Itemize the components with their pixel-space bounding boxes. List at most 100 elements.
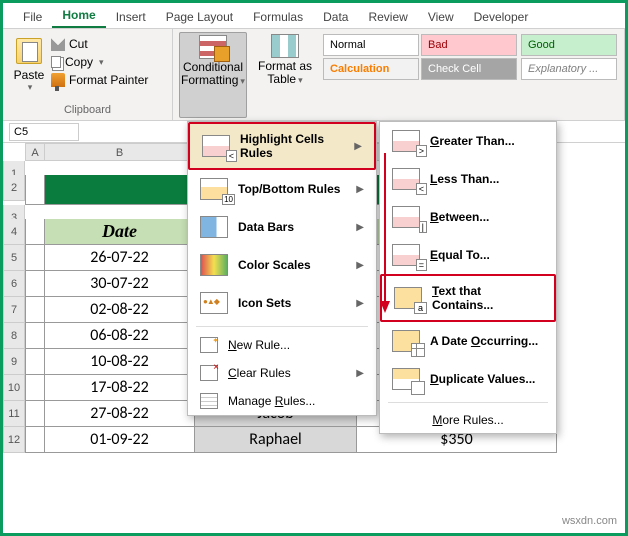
- menu-label: Color Scales: [238, 258, 311, 272]
- group-styles: Conditional Formatting▾ Format as Table▾…: [173, 29, 625, 120]
- row-7[interactable]: 7: [3, 297, 25, 323]
- tab-file[interactable]: File: [13, 6, 52, 28]
- style-explanatory[interactable]: Explanatory ...: [521, 58, 617, 80]
- row-2[interactable]: 2: [3, 175, 25, 201]
- menu-data-bars[interactable]: Data Bars ▶: [188, 208, 376, 246]
- paste-button[interactable]: Paste ▾: [9, 32, 49, 104]
- cf-label: Conditional Formatting: [181, 60, 243, 87]
- cell-A8[interactable]: [25, 323, 45, 349]
- highlight-rules-icon: [202, 135, 230, 157]
- cell-B12[interactable]: 01-09-22: [45, 427, 195, 453]
- submenu-less-than[interactable]: Less Than...: [380, 160, 556, 198]
- chevron-down-icon: ▾: [11, 82, 49, 93]
- style-normal[interactable]: Normal: [323, 34, 419, 56]
- menu-highlight-cells-rules[interactable]: Highlight Cells Rules ▶: [188, 122, 376, 170]
- chevron-right-icon: ▶: [354, 141, 362, 152]
- cell-styles-gallery-2[interactable]: Good Explanatory ...: [521, 32, 617, 118]
- cell-A10[interactable]: [25, 375, 45, 401]
- cell-C12[interactable]: Raphael: [195, 427, 357, 453]
- tab-review[interactable]: Review: [358, 6, 417, 28]
- tab-page-layout[interactable]: Page Layout: [156, 6, 243, 28]
- style-calculation[interactable]: Calculation: [323, 58, 419, 80]
- menu-new-rule[interactable]: New Rule...: [188, 331, 376, 359]
- style-check-cell[interactable]: Check Cell: [421, 58, 517, 80]
- cell-B10[interactable]: 17-08-22: [45, 375, 195, 401]
- cell-A4[interactable]: [25, 219, 45, 245]
- cell-A11[interactable]: [25, 401, 45, 427]
- col-B[interactable]: B: [45, 143, 195, 161]
- col-A[interactable]: A: [25, 143, 45, 161]
- cell-A6[interactable]: [25, 271, 45, 297]
- color-scales-icon: [200, 254, 228, 276]
- submenu-greater-than[interactable]: Greater Than...: [380, 122, 556, 160]
- format-painter-label: Format Painter: [69, 73, 148, 87]
- format-as-table-icon: [271, 34, 299, 58]
- submenu-date-occurring[interactable]: A Date Occurring...: [380, 322, 556, 360]
- submenu-between[interactable]: Between...: [380, 198, 556, 236]
- row-11[interactable]: 11: [3, 401, 25, 427]
- copy-icon: [51, 56, 61, 68]
- conditional-formatting-menu: Highlight Cells Rules ▶ Top/Bottom Rules…: [187, 121, 377, 416]
- row-5[interactable]: 5: [3, 245, 25, 271]
- equal-to-icon: [392, 244, 420, 266]
- submenu-more-rules[interactable]: More Rules...: [380, 407, 556, 433]
- menu-icon-sets[interactable]: Icon Sets ▶: [188, 284, 376, 322]
- clear-rules-icon: [200, 365, 218, 381]
- cell-B6[interactable]: 30-07-22: [45, 271, 195, 297]
- menu-label: lear Rules: [237, 366, 291, 380]
- cell-B5[interactable]: 26-07-22: [45, 245, 195, 271]
- ribbon-tabs: File Home Insert Page Layout Formulas Da…: [3, 3, 625, 29]
- conditional-formatting-icon: [199, 35, 227, 59]
- chevron-right-icon: ▶: [356, 260, 364, 271]
- menu-clear-rules[interactable]: Clear Rules▶: [188, 359, 376, 387]
- menu-manage-rules[interactable]: Manage Rules...: [188, 387, 376, 415]
- copy-label: Copy: [65, 55, 93, 69]
- tab-view[interactable]: View: [418, 6, 464, 28]
- cut-button[interactable]: Cut: [49, 36, 150, 52]
- style-good[interactable]: Good: [521, 34, 617, 56]
- cell-B8[interactable]: 06-08-22: [45, 323, 195, 349]
- style-bad[interactable]: Bad: [421, 34, 517, 56]
- cell-A2[interactable]: [25, 175, 45, 205]
- chevron-right-icon: ▶: [356, 184, 364, 195]
- menu-label: Icon Sets: [238, 296, 291, 310]
- cell-B9[interactable]: 10-08-22: [45, 349, 195, 375]
- tab-insert[interactable]: Insert: [106, 6, 156, 28]
- tab-home[interactable]: Home: [52, 4, 105, 28]
- row-6[interactable]: 6: [3, 271, 25, 297]
- row-8[interactable]: 8: [3, 323, 25, 349]
- cell-A12[interactable]: [25, 427, 45, 453]
- row-10[interactable]: 10: [3, 375, 25, 401]
- watermark: wsxdn.com: [562, 515, 617, 527]
- cell-A7[interactable]: [25, 297, 45, 323]
- row-9[interactable]: 9: [3, 349, 25, 375]
- separator: [388, 402, 548, 403]
- conditional-formatting-button[interactable]: Conditional Formatting▾: [179, 32, 247, 118]
- header-date[interactable]: Date: [45, 219, 195, 245]
- group-clipboard: Paste ▾ Cut Copy▾ Format Painter Clipboa…: [3, 29, 173, 120]
- brush-icon: [51, 73, 65, 87]
- manage-rules-icon: [200, 393, 218, 409]
- format-as-table-button[interactable]: Format as Table▾: [251, 32, 319, 118]
- cell-B7[interactable]: 02-08-22: [45, 297, 195, 323]
- cell-A9[interactable]: [25, 349, 45, 375]
- cell-B11[interactable]: 27-08-22: [45, 401, 195, 427]
- scissors-icon: [51, 37, 65, 51]
- name-box[interactable]: [9, 123, 79, 141]
- menu-top-bottom-rules[interactable]: Top/Bottom Rules ▶: [188, 170, 376, 208]
- row-12[interactable]: 12: [3, 427, 25, 453]
- cell-A5[interactable]: [25, 245, 45, 271]
- submenu-equal-to[interactable]: Equal To...: [380, 236, 556, 274]
- row-4[interactable]: 4: [3, 219, 25, 245]
- top-bottom-icon: [200, 178, 228, 200]
- cell-styles-gallery[interactable]: Normal Bad Calculation Check Cell: [323, 32, 517, 118]
- submenu-duplicate-values[interactable]: Duplicate Values...: [380, 360, 556, 398]
- tab-developer[interactable]: Developer: [464, 6, 539, 28]
- copy-button[interactable]: Copy▾: [49, 54, 150, 70]
- submenu-text-contains[interactable]: Text that Contains...: [380, 274, 556, 322]
- menu-color-scales[interactable]: Color Scales ▶: [188, 246, 376, 284]
- cut-label: Cut: [69, 37, 88, 51]
- tab-data[interactable]: Data: [313, 6, 358, 28]
- format-painter-button[interactable]: Format Painter: [49, 72, 150, 88]
- tab-formulas[interactable]: Formulas: [243, 6, 313, 28]
